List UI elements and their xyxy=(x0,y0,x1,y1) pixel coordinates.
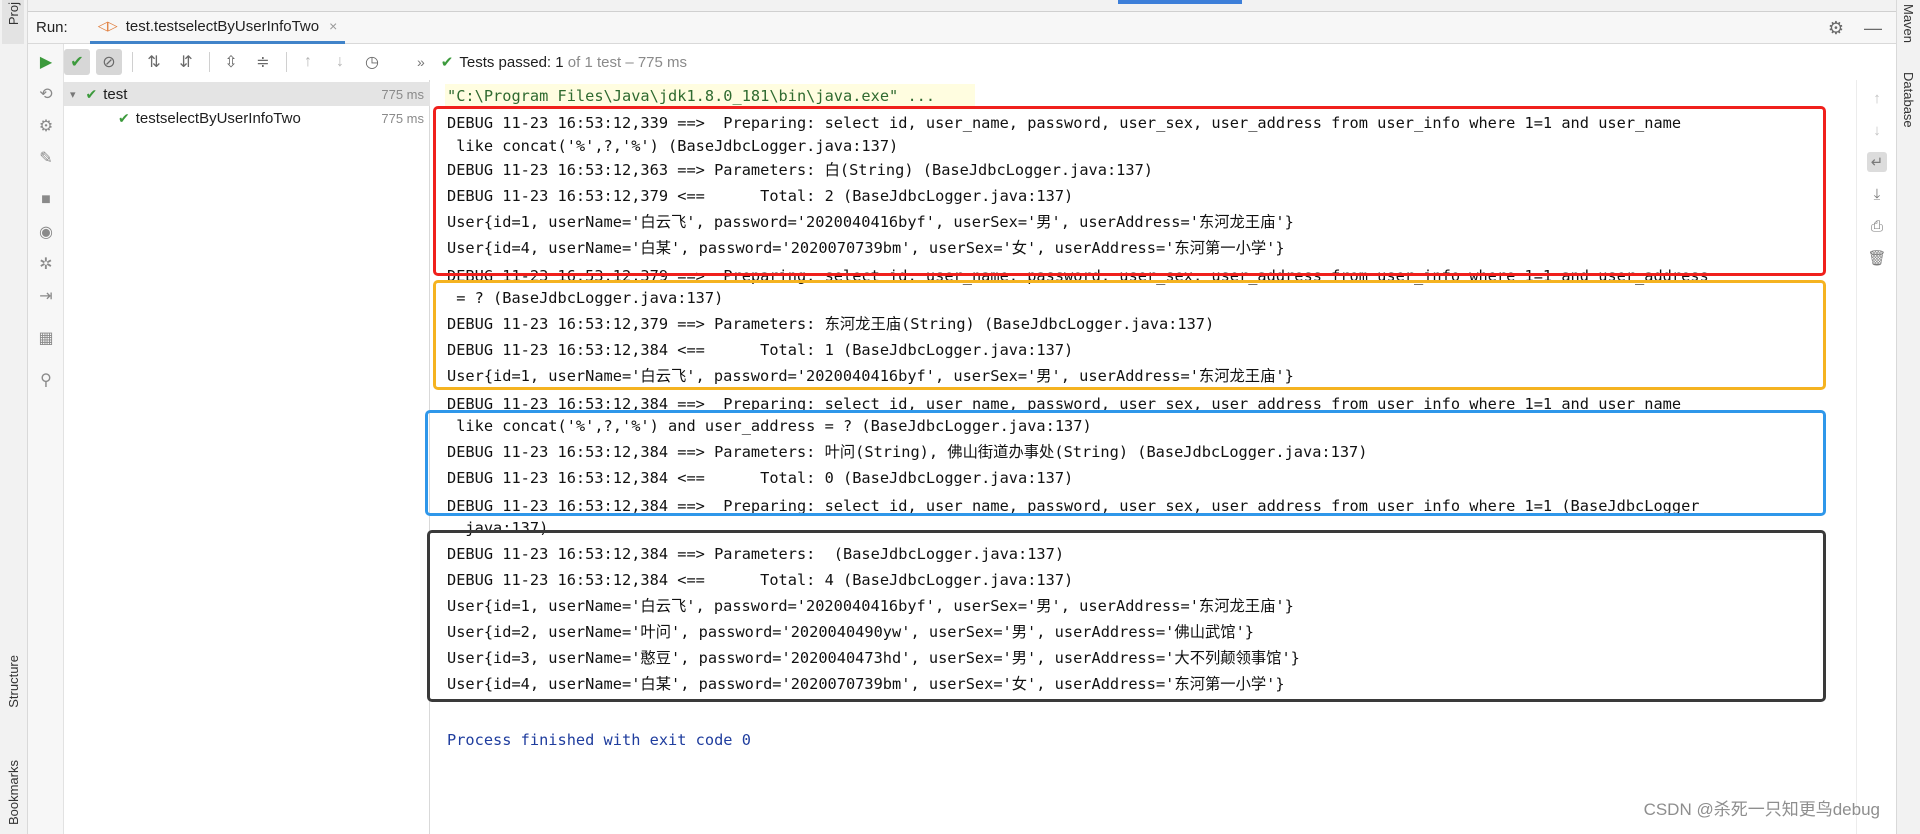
tree-item-label: test xyxy=(103,85,128,103)
trash-icon[interactable]: 🗑 xyxy=(1867,248,1887,268)
editor-top-remnant xyxy=(28,0,1896,12)
previous-failed-icon[interactable]: ↑ xyxy=(295,49,321,75)
exit-message: Process finished with exit code 0 xyxy=(447,731,751,749)
tests-status: ✔ Tests passed: 1 of 1 test – 775 ms xyxy=(440,53,688,72)
highlight-box-black xyxy=(427,530,1826,702)
status-prefix: Tests passed: xyxy=(459,53,552,71)
scroll-up-icon[interactable]: ↑ xyxy=(1867,88,1887,108)
print-icon[interactable]: ⎙ xyxy=(1867,216,1887,236)
project-tool-label: Proj xyxy=(6,2,21,26)
right-tool-strip: Maven Database xyxy=(1896,0,1920,834)
console-output[interactable]: "C:\Program Files\Java\jdk1.8.0_181\bin\… xyxy=(425,80,1856,834)
tree-item-time: 775 ms xyxy=(381,86,424,102)
camera-icon[interactable]: ◉ xyxy=(36,222,56,242)
header-actions: ⚙ — xyxy=(1828,12,1882,44)
passed-check-icon: ✔ xyxy=(440,54,454,71)
status-suffix: of 1 test – 775 ms xyxy=(567,53,688,71)
watermark: CSDN @杀死一只知更鸟debug xyxy=(1643,800,1880,819)
active-indicator xyxy=(1118,0,1242,4)
rerun-icon[interactable]: ▶ xyxy=(36,52,56,72)
wrench-icon[interactable]: ✎ xyxy=(36,148,56,168)
highlight-box-blue xyxy=(425,410,1826,516)
stop-icon[interactable]: ■ xyxy=(36,190,56,210)
scroll-to-end-icon[interactable]: ⤓ xyxy=(1867,184,1887,204)
tree-item-testselectByUserInfoTwo[interactable]: ✔ testselectByUserInfoTwo 775 ms xyxy=(64,106,430,130)
project-tool-button[interactable]: Proj xyxy=(2,0,24,44)
run-label: Run: xyxy=(36,19,68,36)
tree-item-test[interactable]: ▾ ✔ test 775 ms xyxy=(64,82,430,106)
sort-alpha-icon[interactable]: ⇅ xyxy=(141,49,167,75)
test-run-icon: ◁▷ xyxy=(97,18,118,33)
pin-icon[interactable]: ⚲ xyxy=(36,370,56,390)
rerun-failed-icon[interactable]: ⟲ xyxy=(36,84,56,104)
console-command-line: "C:\Program Files\Java\jdk1.8.0_181\bin\… xyxy=(447,87,936,105)
passed-check-icon: ✔ xyxy=(118,109,130,126)
show-passed-button[interactable]: ✔ xyxy=(64,49,90,75)
run-tab[interactable]: ◁▷ test.testselectByUserInfoTwo × xyxy=(89,12,346,44)
maven-tool-label[interactable]: Maven xyxy=(1901,4,1916,43)
expand-all-icon[interactable]: ⇳ xyxy=(218,49,244,75)
highlight-box-orange xyxy=(433,280,1826,390)
run-header: Run: ◁▷ test.testselectByUserInfoTwo × ⚙… xyxy=(28,12,1896,44)
toolbar-divider xyxy=(209,52,210,72)
debug-icon[interactable]: ⚙ xyxy=(36,116,56,136)
soft-wrap-icon[interactable]: ↵ xyxy=(1867,152,1887,172)
scroll-down-icon[interactable]: ↓ xyxy=(1867,120,1887,140)
test-tree: ▾ ✔ test 775 ms ✔ testselectByUserInfoTw… xyxy=(64,80,430,834)
next-failed-icon[interactable]: ↓ xyxy=(327,49,353,75)
collapse-all-icon[interactable]: ≑ xyxy=(250,49,276,75)
chevron-down-icon[interactable]: ▾ xyxy=(70,88,76,101)
sort-duration-icon[interactable]: ⇵ xyxy=(173,49,199,75)
toolbar-divider xyxy=(286,52,287,72)
passed-check-icon: ✔ xyxy=(85,85,98,102)
bookmarks-tool-label[interactable]: Bookmarks xyxy=(6,760,21,825)
history-icon[interactable]: ◷ xyxy=(359,49,385,75)
layout-icon[interactable]: ▦ xyxy=(36,328,56,348)
run-actions-column: ▶ ⟲ ⚙ ✎ ■ ◉ ✲ ⇥ ▦ ⚲ xyxy=(28,44,64,834)
toolbar-divider xyxy=(132,52,133,72)
test-toolbar: ✔ ⊘ ⇅ ⇵ ⇳ ≑ ↑ ↓ ◷ » ✔ Tests passed: 1 of… xyxy=(64,48,1864,76)
left-tool-strip: Proj Structure Bookmarks xyxy=(0,0,28,834)
bug-icon[interactable]: ✲ xyxy=(36,254,56,274)
run-tab-title: test.testselectByUserInfoTwo xyxy=(125,17,320,35)
tree-item-time: 775 ms xyxy=(381,110,424,126)
more-actions-chevron[interactable]: » xyxy=(417,54,425,70)
structure-tool-label[interactable]: Structure xyxy=(6,655,21,708)
passed-count: 1 xyxy=(555,53,564,71)
exit-icon[interactable]: ⇥ xyxy=(36,286,56,306)
highlight-box-red xyxy=(433,106,1826,276)
console-gutter: ↑ ↓ ↵ ⤓ ⎙ 🗑 xyxy=(1856,80,1896,834)
minimize-icon[interactable]: — xyxy=(1864,18,1882,39)
close-icon[interactable]: × xyxy=(329,18,337,34)
tree-item-label: testselectByUserInfoTwo xyxy=(135,109,301,127)
show-ignored-button[interactable]: ⊘ xyxy=(96,49,122,75)
database-tool-label[interactable]: Database xyxy=(1901,72,1916,128)
gear-icon[interactable]: ⚙ xyxy=(1828,18,1844,39)
